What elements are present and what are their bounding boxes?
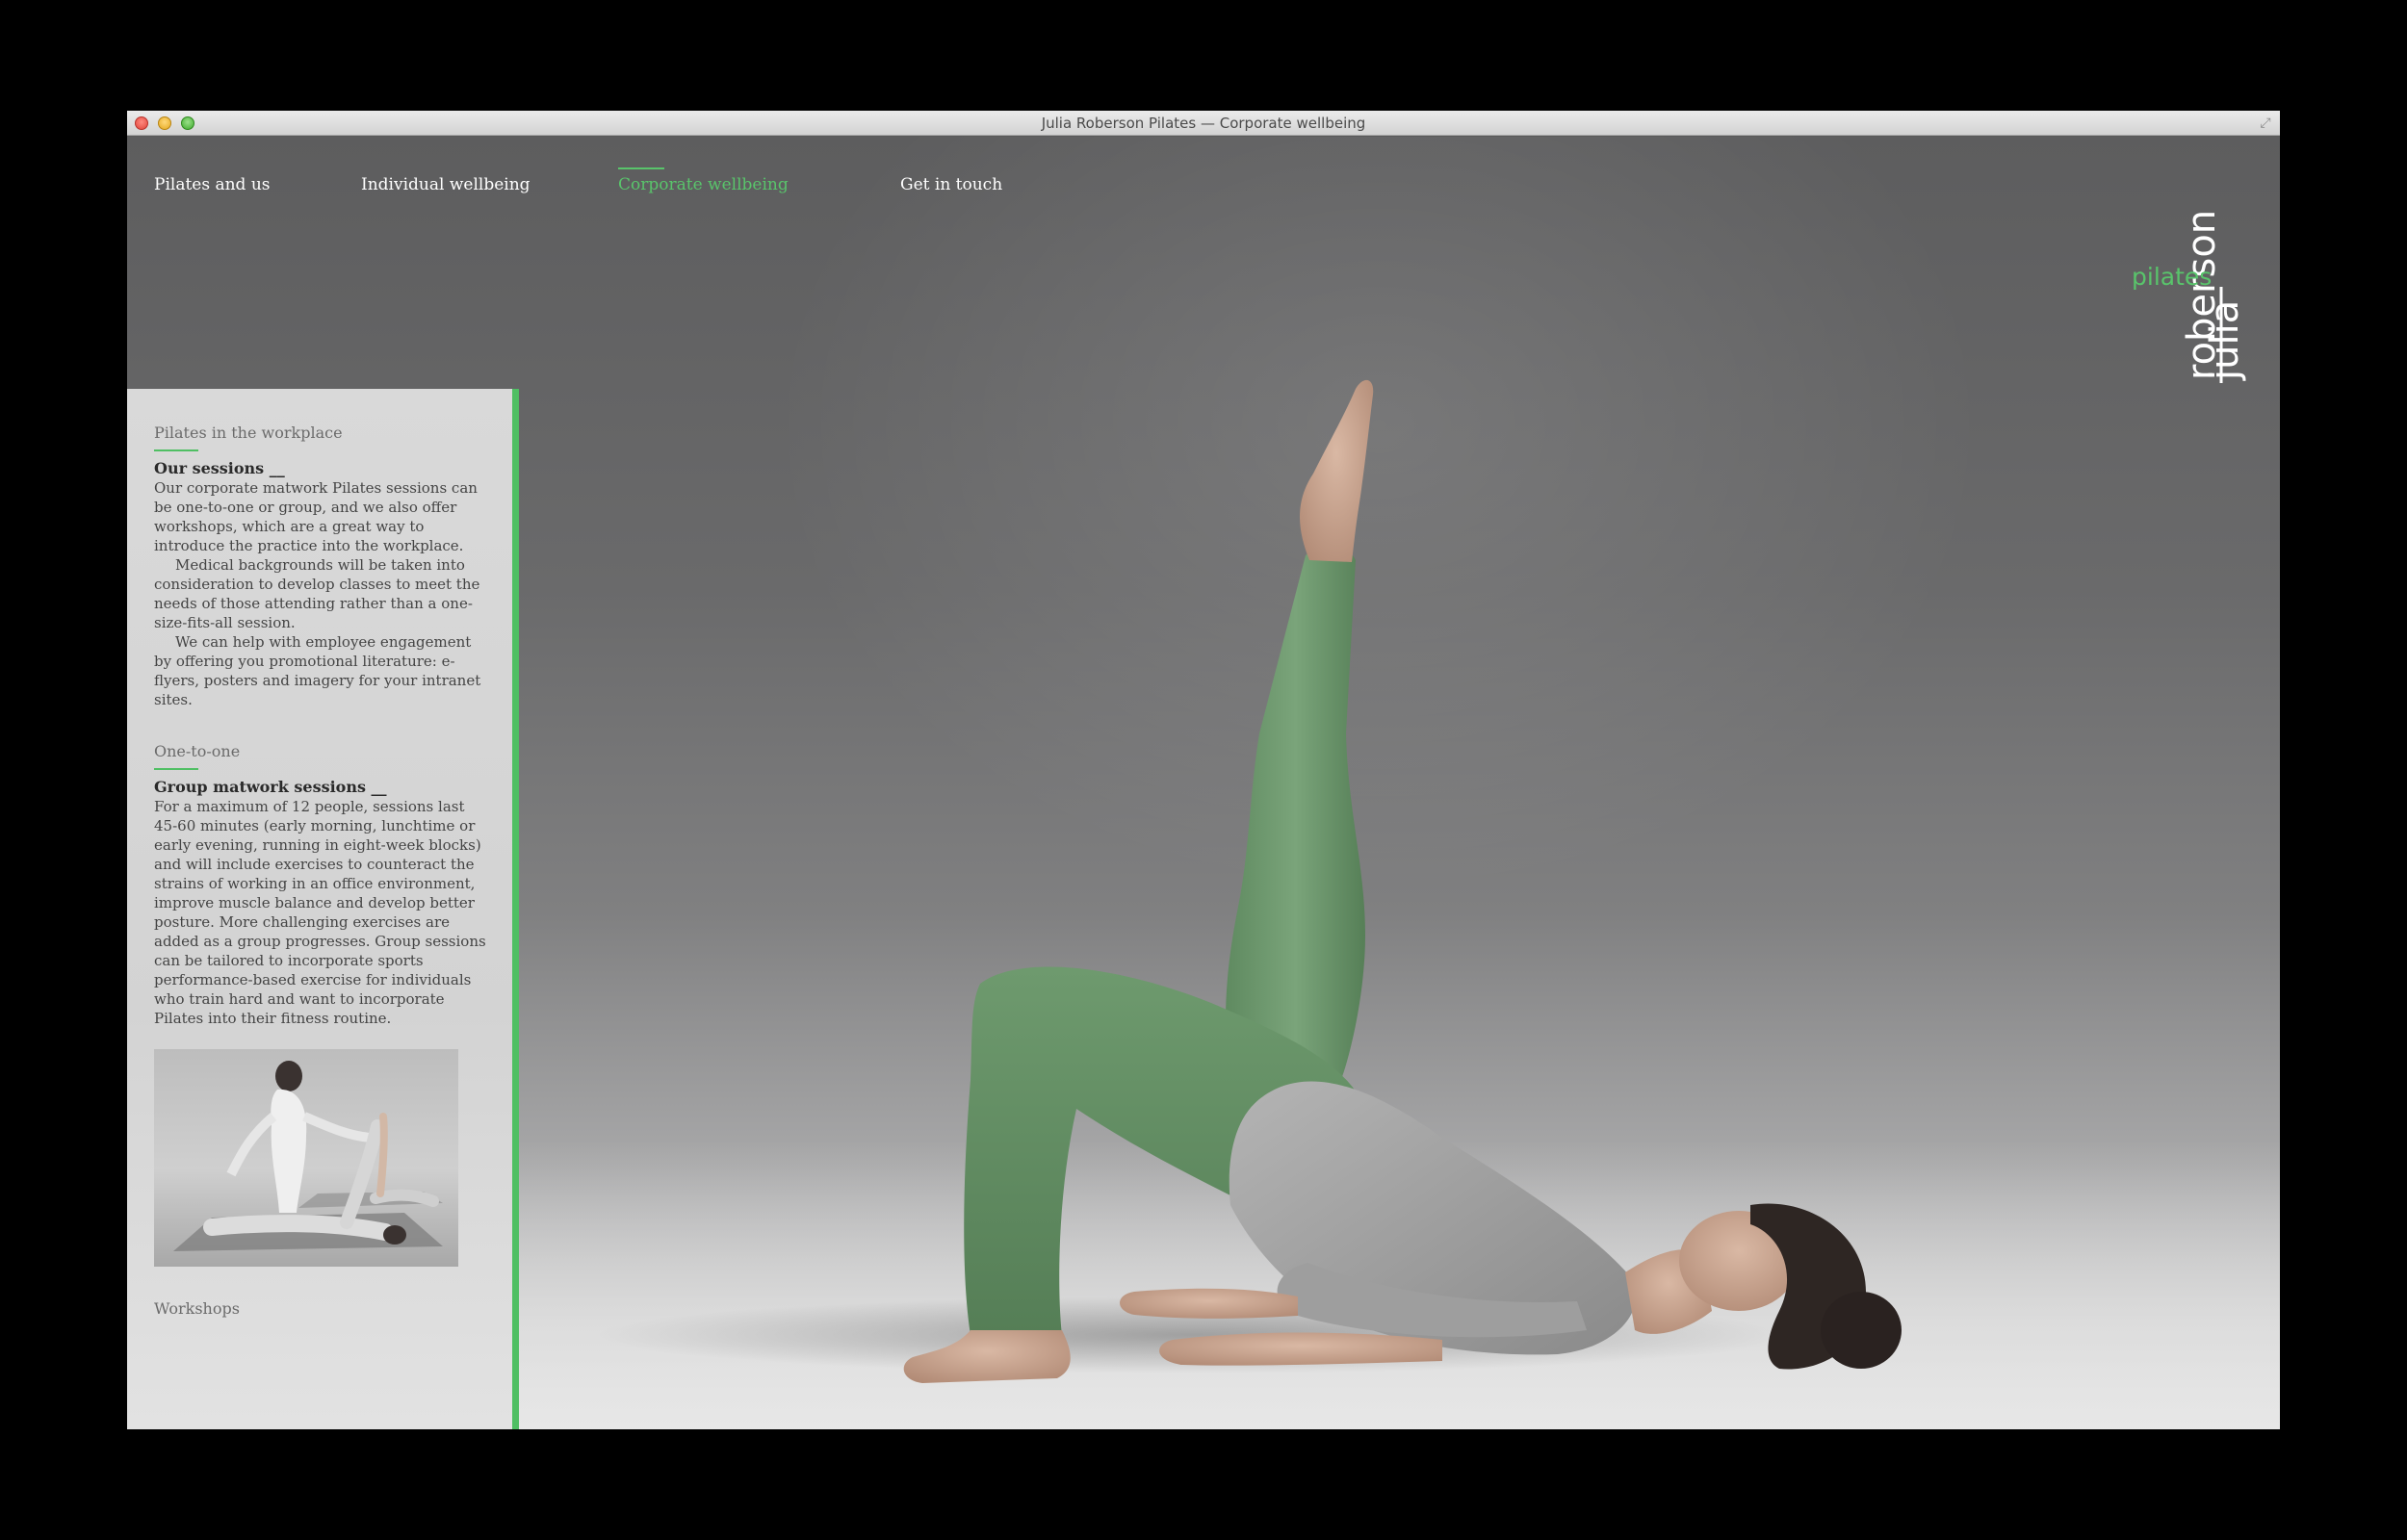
subheading-our-sessions: Our sessions __ [154,459,285,477]
paragraph: For a maximum of 12 people, sessions las… [154,798,486,1027]
sidebar-accent-rule [512,389,519,1429]
paragraph: Medical backgrounds will be taken into c… [154,556,480,631]
logo-tag: pilates [2132,263,2212,291]
sidebar-content: Pilates in the workplace Our sessions __… [154,424,486,1318]
nav-get-in-touch[interactable]: Get in touch [900,175,1002,194]
fullscreen-icon[interactable]: ⤢ [2257,115,2274,132]
hero-photo-woman-shoulder-bridge [595,379,1902,1383]
nav-individual-wellbeing[interactable]: Individual wellbeing [361,175,531,194]
browser-window: Julia Roberson Pilates — Corporate wellb… [127,111,2280,1429]
active-nav-indicator [618,167,664,169]
nav-corporate-wellbeing[interactable]: Corporate wellbeing [618,175,789,194]
thumbnail-illustration [173,1061,443,1251]
section-underline [154,768,198,770]
thumbnail-instructor-photo [154,1049,458,1267]
paragraph: We can help with employee engagement by … [154,633,481,708]
page-content: Pilates and us Individual wellbeing Corp… [127,137,2280,1429]
section-heading-one-to-one[interactable]: One-to-one [154,742,486,760]
nav-pilates-and-us[interactable]: Pilates and us [154,175,271,194]
title-bar: Julia Roberson Pilates — Corporate wellb… [127,111,2280,136]
julia-roberson-pilates-logo[interactable]: julia roberson pilates [2132,164,2257,385]
section-heading-workshops[interactable]: Workshops [154,1299,486,1318]
subheading-group-matwork: Group matwork sessions __ [154,778,387,796]
section-underline [154,449,198,451]
sidebar-panel: Pilates in the workplace Our sessions __… [127,389,518,1429]
section-heading-workplace[interactable]: Pilates in the workplace [154,424,486,442]
window-title: Julia Roberson Pilates — Corporate wellb… [1041,115,1366,132]
logo-last-name: roberson [2180,210,2224,380]
paragraph: Our corporate matwork Pilates sessions c… [154,479,478,554]
